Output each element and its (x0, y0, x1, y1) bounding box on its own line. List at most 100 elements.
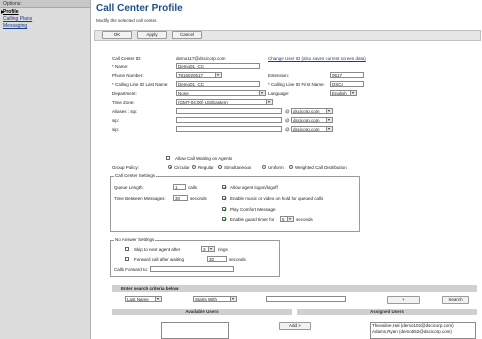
search-field-value: Last Name (127, 297, 149, 302)
time-between-unit: seconds (190, 196, 207, 201)
chevron-down-icon (208, 247, 214, 251)
chevron-down-icon (230, 297, 236, 301)
language-select[interactable]: English (330, 90, 357, 96)
extension-label: Extension: (268, 73, 290, 78)
language-value: English (332, 91, 347, 96)
clid-first-field[interactable]: DSCI (330, 81, 364, 87)
apply-button[interactable]: Apply (137, 31, 167, 39)
search-mode-select[interactable]: Starts With (193, 296, 237, 302)
chevron-down-icon (287, 217, 293, 221)
time-between-label: Time Between Messages: (114, 196, 166, 201)
timezone-label: Time Zone: (112, 100, 135, 105)
policy-regular-radio[interactable] (192, 165, 196, 169)
guard-timer-value: 5 (282, 217, 285, 222)
cancel-button[interactable]: Cancel (172, 31, 202, 39)
policy-uniform-radio[interactable] (262, 165, 266, 169)
list-item[interactable]: Thevaline,Hal (demo102@dscicorp.com) (372, 323, 454, 328)
at-sign: @ (285, 127, 290, 132)
domain-value: dscicorp.com (293, 118, 320, 123)
alias1-domain-select[interactable]: dscicorp.com (291, 108, 333, 114)
chevron-down-icon (259, 91, 265, 95)
search-input[interactable] (266, 296, 346, 302)
policy-simultaneous-radio[interactable] (218, 165, 222, 169)
calls-forward-label: Calls Forward to: (114, 267, 149, 272)
chevron-down-icon (215, 73, 221, 77)
policy-circular-label: Circular (174, 165, 190, 170)
extension-field[interactable]: 0517 (330, 72, 364, 78)
policy-weighted-radio[interactable] (289, 165, 293, 169)
no-answer-settings-legend: No Answer Settings (114, 237, 156, 242)
alias2-domain-select[interactable]: dscicorp.com (291, 117, 333, 123)
guard-timer-select[interactable]: 5 (280, 216, 294, 222)
clid-last-field[interactable]: Demo01_CC (176, 81, 260, 87)
guard-timer-checkbox[interactable] (222, 217, 226, 221)
alias3-domain-select[interactable]: dscicorp.com (291, 126, 333, 132)
group-policy-label: Group Policy: (112, 165, 140, 170)
sidebar-item-calling-plans[interactable]: Calling Plans (3, 16, 32, 22)
alias1-field[interactable] (176, 108, 282, 114)
available-users-header: Available Users (112, 309, 292, 315)
domain-value: dscicorp.com (293, 109, 320, 114)
chevron-down-icon (350, 91, 356, 95)
chevron-down-icon (326, 127, 332, 131)
chevron-down-icon (326, 109, 332, 113)
play-comfort-checkbox[interactable] (222, 207, 226, 211)
department-label: Department: (112, 91, 137, 96)
skip-agent-checkbox[interactable] (125, 247, 129, 251)
allow-waiting-checkbox[interactable] (166, 156, 170, 160)
search-field-select[interactable]: Last Name (125, 296, 162, 302)
aliases-label: Aliases : sip: (112, 109, 138, 114)
change-user-id-link[interactable]: Change User ID (also saves current scree… (268, 56, 366, 61)
calls-forward-field[interactable] (150, 266, 234, 272)
language-label: Language: (268, 91, 290, 96)
department-value: None (178, 91, 189, 96)
sip-label: sip: (112, 118, 120, 123)
forward-wait-unit: seconds (229, 257, 246, 262)
sidebar-header: Options: (0, 0, 90, 8)
add-user-button[interactable]: Add > (279, 322, 311, 330)
list-item[interactable]: Adams,Ryan (demo552@dscicorp.com) (372, 329, 452, 334)
phone-select[interactable]: 7816020517 (176, 72, 222, 78)
policy-circular-radio[interactable] (168, 165, 172, 169)
queue-length-unit: calls (188, 185, 198, 190)
available-users-list[interactable] (161, 322, 229, 339)
policy-uniform-label: Uniform (268, 165, 284, 170)
skip-rings-select[interactable]: 3 (201, 246, 215, 252)
queue-length-field[interactable]: 1 (173, 184, 186, 190)
queue-length-label: Queue Length: (114, 185, 144, 190)
sidebar-header-label: Options: (3, 1, 22, 7)
time-between-field[interactable]: 30 (173, 195, 188, 201)
allow-logon-checkbox[interactable] (222, 185, 226, 189)
at-sign: @ (285, 109, 290, 114)
chevron-down-icon (266, 100, 272, 104)
call-center-id-value: demo117@dscicorp.com (176, 56, 226, 61)
page-subtitle: Modify the selected call center. (96, 18, 158, 23)
forward-wait-field[interactable]: 30 (207, 256, 227, 262)
ok-button[interactable]: OK (102, 31, 132, 39)
search-button[interactable]: Search (442, 296, 469, 304)
forward-call-checkbox[interactable] (125, 257, 129, 261)
forward-call-label: Forward call after waiting (134, 257, 185, 262)
phone-label: Phone Number: (112, 73, 144, 78)
timezone-select[interactable]: (GMT-04:00) US/Eastern (176, 99, 273, 105)
phone-value: 7816020517 (178, 73, 204, 78)
assigned-users-list[interactable]: Thevaline,Hal (demo102@dscicorp.com) Ada… (370, 322, 476, 339)
chevron-down-icon (326, 118, 332, 122)
department-select[interactable]: None (176, 90, 266, 96)
play-comfort-label: Play Comfort Message (230, 207, 276, 212)
sidebar-item-messaging[interactable]: Messaging (3, 23, 27, 29)
options-sidebar: Options: Profile Calling Plans Messaging (0, 0, 91, 339)
sip2-label: sip: (112, 127, 120, 132)
chevron-down-icon (155, 297, 161, 301)
clid-last-label: * Calling Line ID Last Name: (112, 82, 169, 87)
sidebar-item-profile[interactable]: Profile (3, 9, 19, 15)
guard-timer-unit: seconds (296, 217, 313, 222)
name-label: * Name: (112, 64, 129, 69)
enable-music-checkbox[interactable] (222, 196, 226, 200)
name-field[interactable]: Demo01_CC (176, 63, 260, 69)
alias2-field[interactable] (176, 117, 282, 123)
plus-button[interactable]: + (387, 296, 420, 304)
alias3-field[interactable] (176, 126, 282, 132)
policy-simultaneous-label: Simultaneous (224, 165, 252, 170)
skip-agent-label: Skip to next agent after (134, 247, 181, 252)
